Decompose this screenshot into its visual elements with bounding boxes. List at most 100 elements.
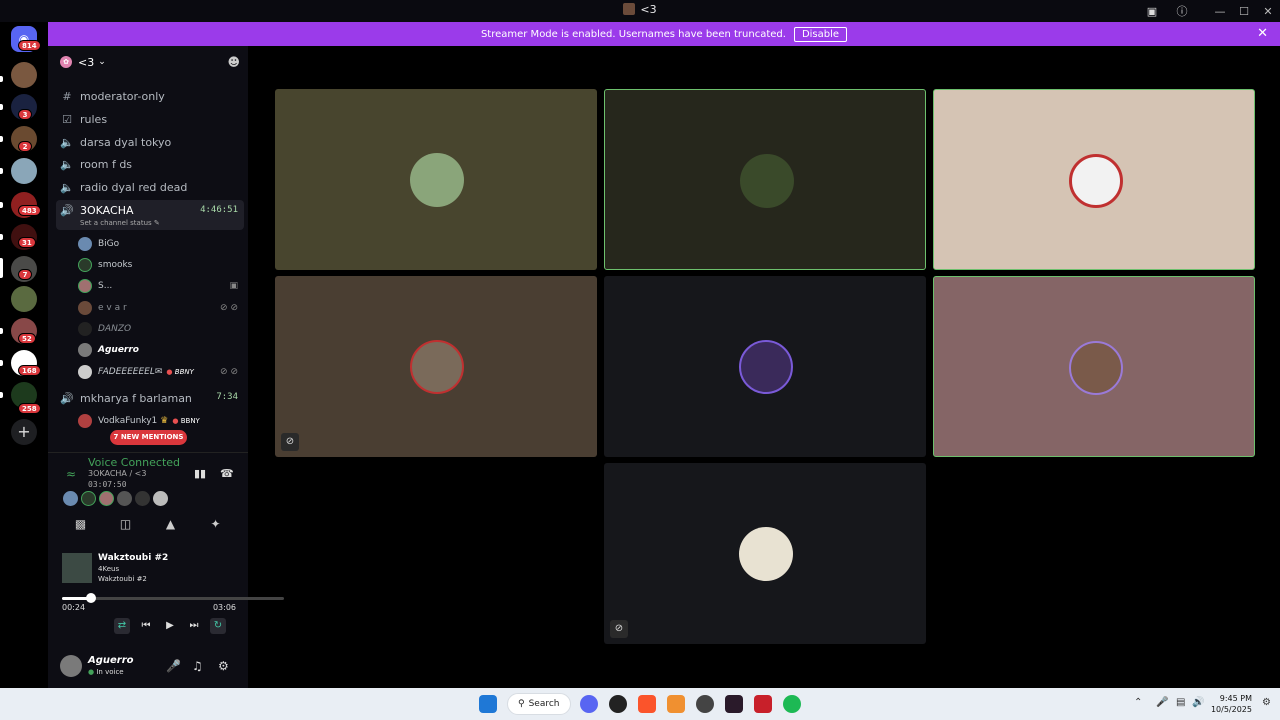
voice-member[interactable]: VodkaFunky1 ♛ ● BBNY bbox=[78, 411, 244, 431]
gear-icon[interactable]: ⚙ bbox=[218, 659, 229, 673]
app-icon[interactable] bbox=[696, 695, 714, 713]
avatar bbox=[740, 154, 794, 208]
maximize-button[interactable]: ☐ bbox=[1232, 0, 1256, 22]
add-member-icon[interactable]: ☻ bbox=[227, 55, 240, 69]
voice-tile[interactable] bbox=[275, 89, 597, 270]
channel-timer: 4:46:51 bbox=[200, 205, 238, 215]
search-box[interactable]: ⚲ Search bbox=[507, 693, 571, 715]
chevron-up-icon[interactable]: ⌃ bbox=[1134, 697, 1142, 708]
screen-share-icon[interactable]: ◫ bbox=[117, 517, 135, 535]
avatar[interactable] bbox=[63, 491, 78, 506]
server-badge: 7 bbox=[18, 269, 32, 280]
channel-room-f-ds[interactable]: 🔈 room f ds bbox=[56, 154, 244, 174]
server-icon[interactable] bbox=[11, 158, 37, 184]
channel-mkharya-f-barlaman[interactable]: 🔊 mkharya f barlaman 7:34 bbox=[56, 388, 244, 408]
noise-suppression-icon[interactable]: ▮▮ bbox=[194, 467, 206, 480]
add-server-icon[interactable]: + bbox=[11, 419, 37, 445]
voice-member[interactable]: FADEEEEEEL✉ ● BBNY ⊘ ⊘ bbox=[78, 362, 244, 382]
inbox-icon[interactable]: ▣ bbox=[1144, 3, 1160, 19]
brave-icon[interactable] bbox=[638, 695, 656, 713]
camera-off-icon[interactable]: ▩ bbox=[72, 517, 90, 535]
notification-icon[interactable]: ⚙ bbox=[1262, 697, 1271, 708]
track-artist[interactable]: 4Keus bbox=[98, 565, 119, 573]
album-art[interactable] bbox=[62, 553, 92, 583]
avatar bbox=[78, 322, 92, 336]
muted-deafened-icon: ⊘ ⊘ bbox=[220, 367, 238, 377]
unread-pill bbox=[0, 360, 3, 366]
activity-icon[interactable]: ▲ bbox=[162, 517, 180, 535]
channel-darsa-dyal-tokyo[interactable]: 🔈 darsa dyal tokyo bbox=[56, 132, 244, 152]
voice-member[interactable]: smooks bbox=[78, 255, 244, 275]
speaker-icon: 🔊 bbox=[60, 204, 74, 217]
username[interactable]: Aguerro bbox=[88, 655, 134, 666]
voice-connected-label[interactable]: Voice Connected bbox=[88, 456, 180, 469]
shuffle-icon[interactable]: ⇄ bbox=[114, 618, 130, 634]
avatar[interactable] bbox=[60, 655, 82, 677]
avatar[interactable] bbox=[117, 491, 132, 506]
server-badge: 258 bbox=[18, 403, 41, 414]
voice-member[interactable]: e v a r ⊘ ⊘ bbox=[78, 298, 244, 318]
voice-member[interactable]: S... ▣ bbox=[78, 276, 244, 296]
spotify-icon[interactable] bbox=[783, 695, 801, 713]
play-icon[interactable]: ▶ bbox=[162, 618, 178, 634]
voice-member[interactable]: DANZO bbox=[78, 319, 244, 339]
current-time: 00:24 bbox=[62, 603, 86, 612]
close-window-button[interactable]: ✕ bbox=[1256, 0, 1280, 22]
voice-tile[interactable] bbox=[604, 89, 926, 270]
avatar[interactable] bbox=[153, 491, 168, 506]
previous-icon[interactable]: ⏮ bbox=[138, 618, 154, 634]
server-icon[interactable] bbox=[11, 62, 37, 88]
help-icon[interactable]: ⓘ bbox=[1174, 3, 1190, 19]
microphone-icon[interactable]: 🎤 bbox=[1156, 697, 1168, 708]
app-icon[interactable] bbox=[754, 695, 772, 713]
close-banner-icon[interactable]: ✕ bbox=[1257, 26, 1268, 41]
app-icon[interactable] bbox=[725, 695, 743, 713]
server-icon[interactable] bbox=[11, 286, 37, 312]
voice-tile[interactable] bbox=[933, 276, 1255, 457]
volume-icon[interactable]: 🔊 bbox=[1192, 697, 1204, 708]
network-icon[interactable]: ▤ bbox=[1176, 697, 1185, 708]
progress-knob[interactable] bbox=[85, 593, 96, 603]
disconnect-icon[interactable]: ☎ bbox=[220, 467, 234, 480]
headphones-icon[interactable]: ♫ bbox=[192, 659, 203, 673]
voice-member[interactable]: Aguerro bbox=[78, 340, 244, 360]
voice-tile[interactable] bbox=[933, 89, 1255, 270]
repeat-icon[interactable]: ↻ bbox=[210, 618, 226, 634]
fire-icon: ● bbox=[172, 417, 179, 425]
voice-elapsed: 03:07:50 bbox=[88, 480, 127, 489]
channel-status[interactable]: Set a channel status ✎ bbox=[80, 219, 160, 227]
channel-3okacha[interactable]: 🔊 3OKACHA 4:46:51 Set a channel status ✎ bbox=[56, 200, 244, 230]
app-icon[interactable] bbox=[609, 695, 627, 713]
discord-icon[interactable] bbox=[580, 695, 598, 713]
start-icon[interactable] bbox=[479, 695, 497, 713]
voice-member[interactable]: BiGo bbox=[78, 234, 244, 254]
server-header[interactable]: ✿ <3 ⌄ bbox=[48, 46, 248, 78]
clock[interactable]: 9:45 PM 10/5/2025 bbox=[1211, 693, 1252, 715]
minimize-button[interactable]: — bbox=[1208, 0, 1232, 22]
avatar[interactable] bbox=[135, 491, 150, 506]
voice-tile[interactable]: ⊘ bbox=[275, 276, 597, 457]
microphone-icon[interactable]: 🎤 bbox=[166, 659, 181, 673]
total-time: 03:06 bbox=[212, 603, 236, 612]
voice-tile[interactable]: ⊘ bbox=[604, 463, 926, 644]
app-icon[interactable] bbox=[667, 695, 685, 713]
voice-tile[interactable] bbox=[604, 276, 926, 457]
avatar bbox=[78, 365, 92, 379]
channel-moderator-only[interactable]: # moderator-only bbox=[56, 86, 244, 106]
channel-radio-dyal-red-dead[interactable]: 🔈 radio dyal red dead bbox=[56, 177, 244, 197]
channel-rules[interactable]: ☑ rules bbox=[56, 109, 244, 129]
new-mentions-button[interactable]: 7 NEW MENTIONS bbox=[110, 430, 187, 445]
track-title[interactable]: Wakztoubi #2 bbox=[98, 553, 168, 563]
track-progress-bar[interactable] bbox=[62, 593, 284, 603]
disable-button[interactable]: Disable bbox=[793, 26, 848, 42]
soundboard-icon[interactable]: ✦ bbox=[207, 517, 225, 535]
voice-location[interactable]: 3OKACHA / <3 bbox=[88, 469, 146, 478]
selected-pill bbox=[0, 258, 3, 278]
voice-controls: ▩ ◫ ▲ ✦ bbox=[58, 517, 238, 535]
avatar bbox=[78, 414, 92, 428]
track-album[interactable]: Wakztoubi #2 bbox=[98, 575, 147, 583]
avatar[interactable] bbox=[99, 491, 114, 506]
rules-icon: ☑ bbox=[62, 112, 72, 126]
next-icon[interactable]: ⏭ bbox=[186, 618, 202, 634]
avatar[interactable] bbox=[81, 491, 96, 506]
